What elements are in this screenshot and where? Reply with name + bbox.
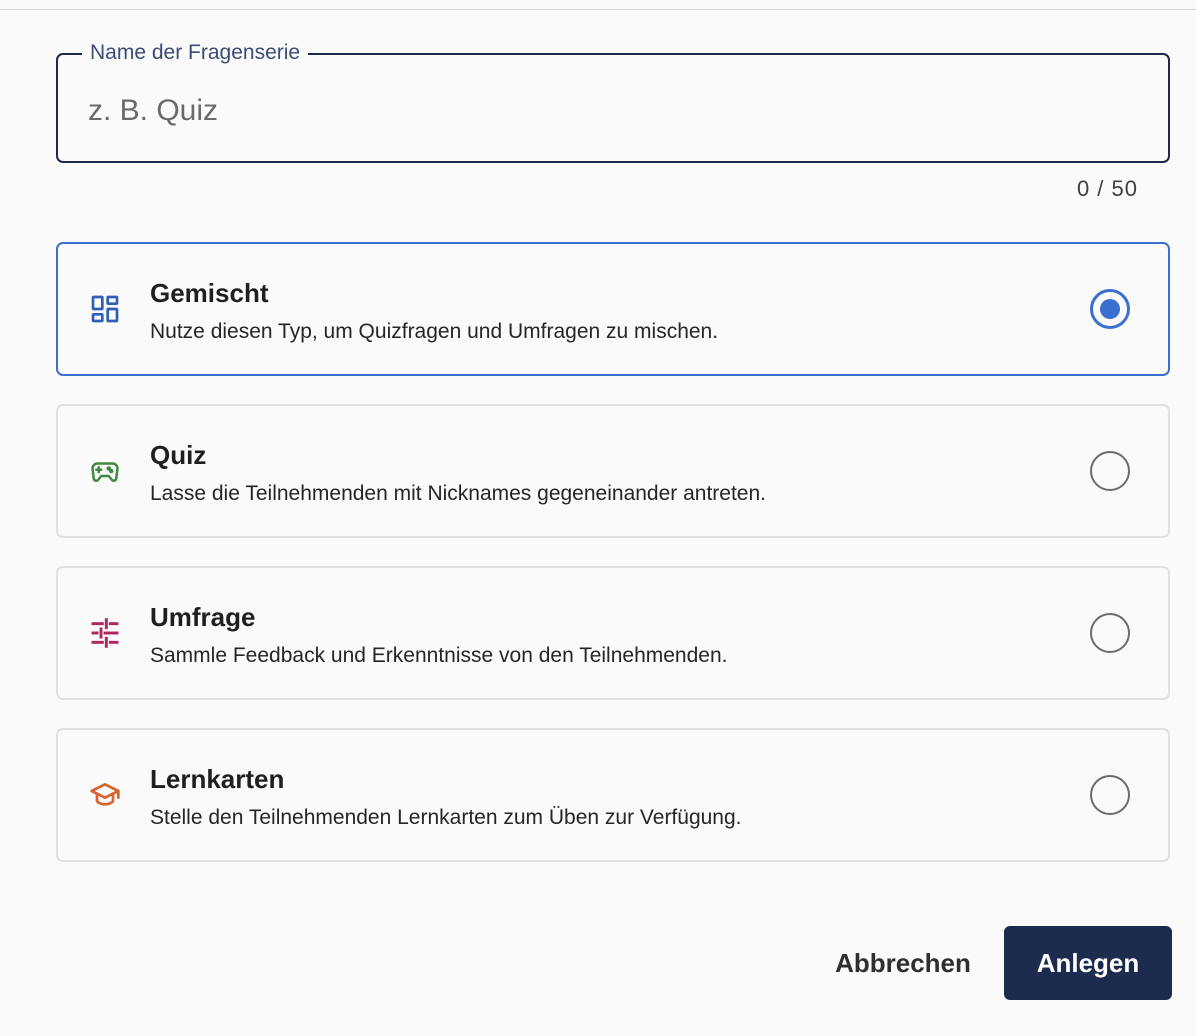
option-title: Gemischt <box>150 278 269 308</box>
character-counter: 0 / 50 <box>1076 176 1138 201</box>
top-divider <box>0 9 1196 10</box>
option-title: Umfrage <box>150 602 256 632</box>
option-radio-mixed[interactable] <box>1090 289 1130 329</box>
series-name-field[interactable]: Name der Fragenserie <box>56 39 1170 163</box>
option-card-mixed[interactable]: Gemischt Nutze diesen Typ, um Quizfragen… <box>56 242 1170 376</box>
series-name-input[interactable] <box>88 91 1128 131</box>
option-radio-flashcards[interactable] <box>1090 775 1130 815</box>
gamepad-icon <box>88 454 122 488</box>
option-title: Quiz <box>150 440 207 470</box>
option-description: Sammle Feedback und Erkenntnisse von den… <box>150 644 728 667</box>
dashboard-grid-icon <box>88 292 122 326</box>
option-radio-quiz[interactable] <box>1090 451 1130 491</box>
option-card-survey[interactable]: Umfrage Sammle Feedback und Erkenntnisse… <box>56 566 1170 700</box>
sliders-icon <box>88 616 122 650</box>
option-card-quiz[interactable]: Quiz Lasse die Teilnehmenden mit Nicknam… <box>56 404 1170 538</box>
option-radio-survey[interactable] <box>1090 613 1130 653</box>
option-title: Lernkarten <box>150 764 285 794</box>
option-description: Stelle den Teilnehmenden Lernkarten zum … <box>150 806 742 829</box>
option-description: Nutze diesen Typ, um Quizfragen und Umfr… <box>150 320 719 343</box>
cancel-button[interactable]: Abbrechen <box>818 928 988 998</box>
option-description: Lasse die Teilnehmenden mit Nicknames ge… <box>150 482 767 505</box>
option-card-flashcards[interactable]: Lernkarten Stelle den Teilnehmenden Lern… <box>56 728 1170 862</box>
create-button[interactable]: Anlegen <box>1004 926 1172 1000</box>
series-name-label: Name der Fragenserie <box>82 39 309 67</box>
graduation-cap-icon <box>88 778 122 812</box>
